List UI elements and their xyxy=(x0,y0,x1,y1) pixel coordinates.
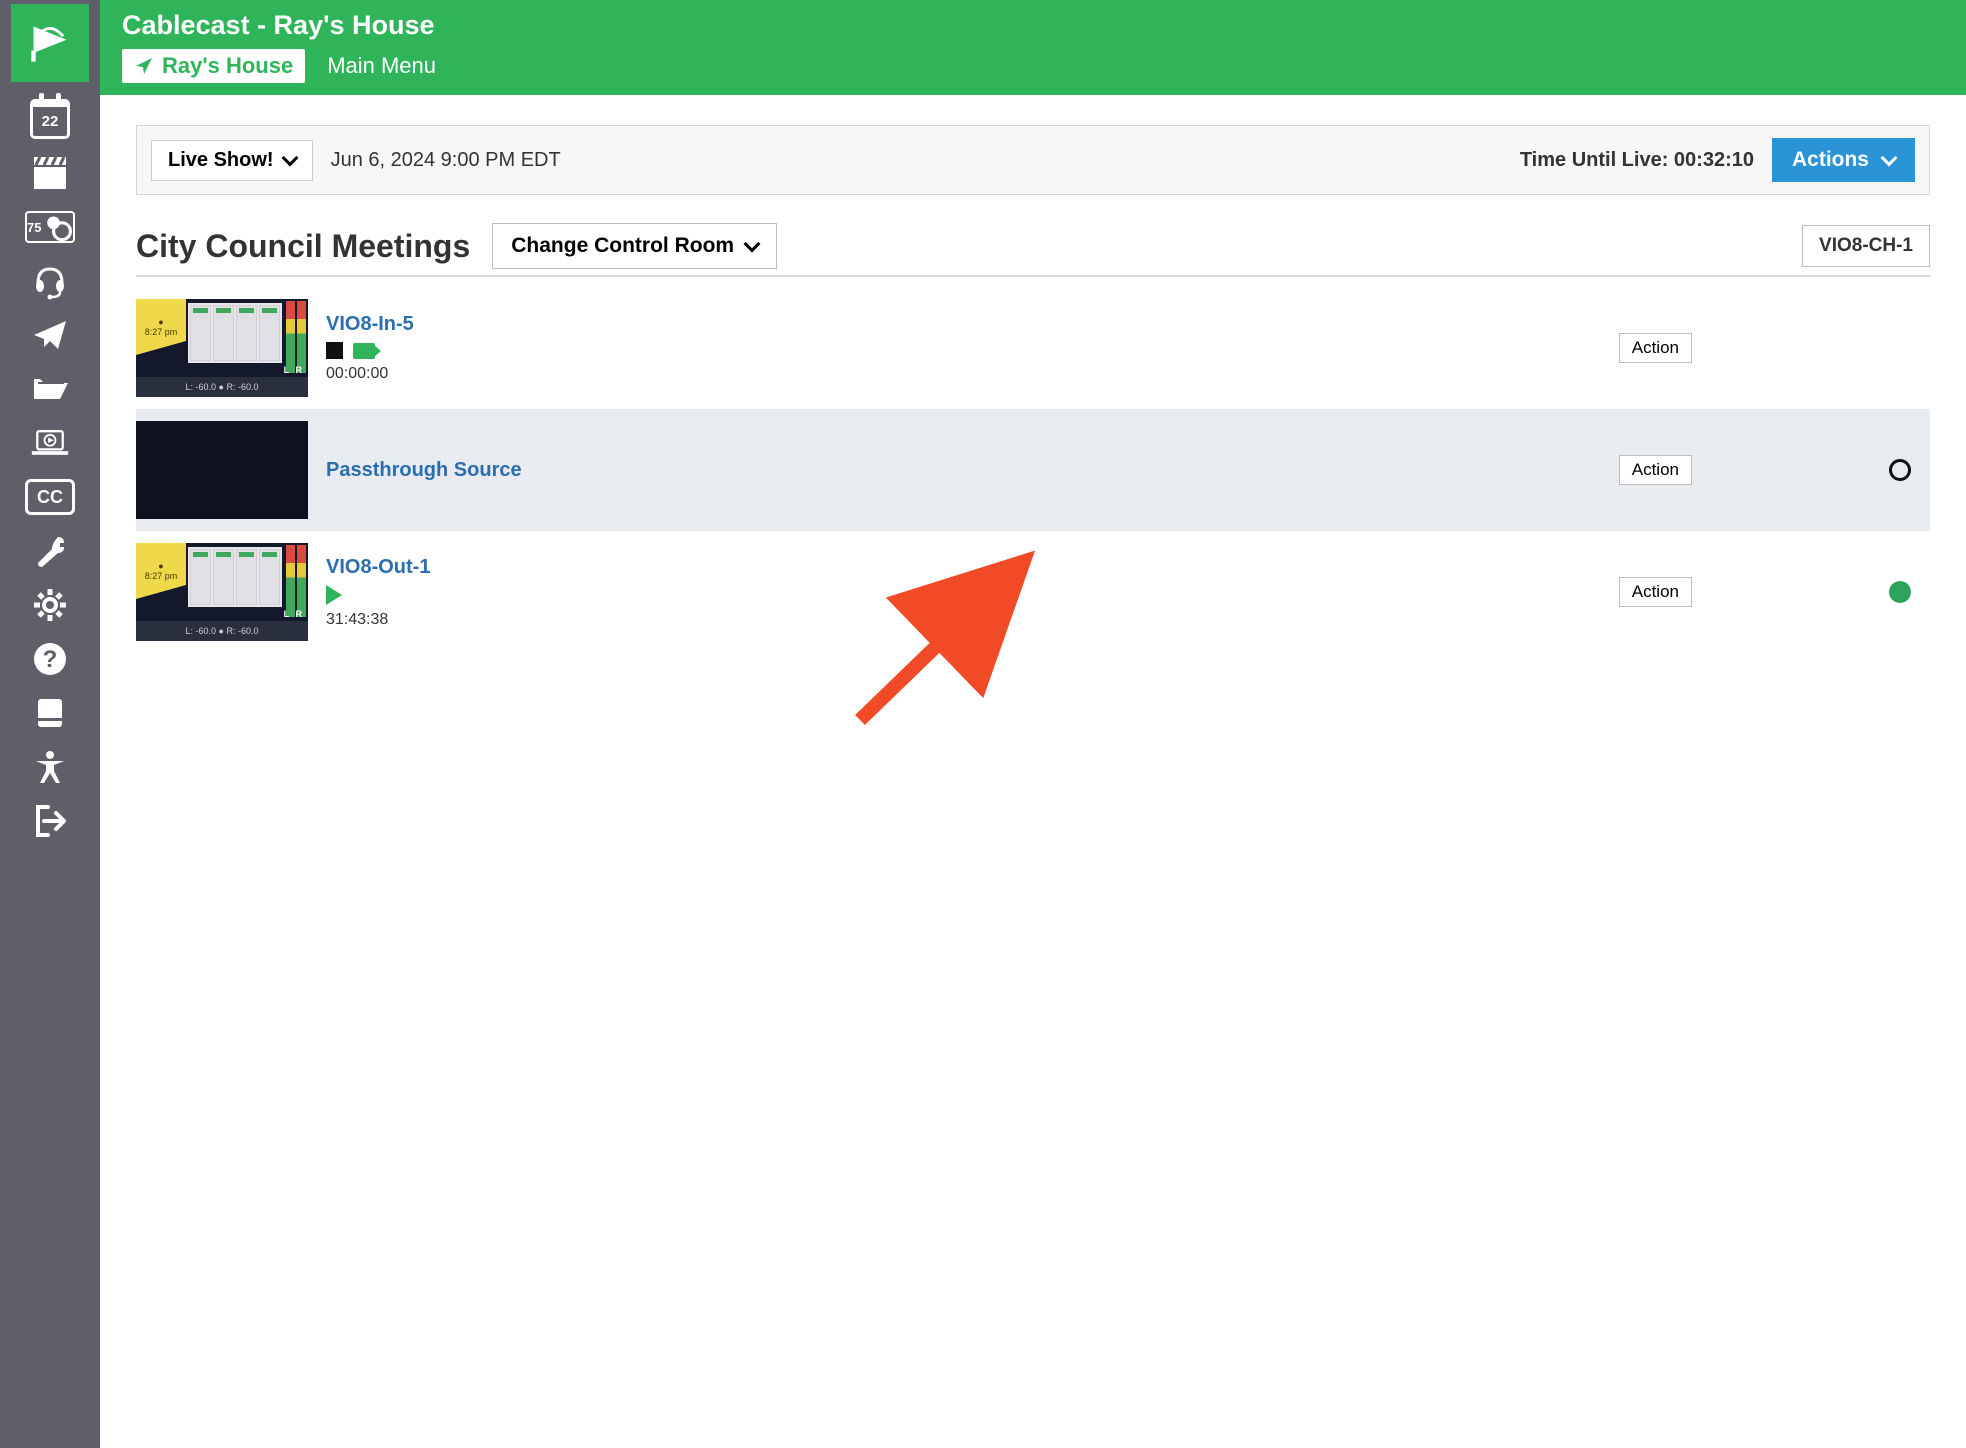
nav-send[interactable] xyxy=(0,308,100,362)
calendar-icon: 22 xyxy=(30,99,70,139)
actions-label: Actions xyxy=(1792,148,1869,172)
page-title: City Council Meetings xyxy=(136,228,470,265)
status-indicator-active xyxy=(1889,581,1911,603)
source-row: Passthrough Source Action xyxy=(136,409,1930,531)
stop-icon xyxy=(326,342,343,359)
main-area: Cablecast - Ray's House Ray's House Main… xyxy=(100,0,1966,1448)
nav-clapperboard[interactable] xyxy=(0,146,100,200)
source-row: ●8:27 pm L R L: -60.0 ● R: -60.0 VIO8-Ou… xyxy=(136,531,1930,653)
main-menu-link[interactable]: Main Menu xyxy=(327,53,436,79)
headset-icon xyxy=(30,261,70,301)
wrench-icon xyxy=(30,531,70,571)
nav-calendar[interactable]: 22 xyxy=(0,92,100,146)
logout-icon xyxy=(30,801,70,841)
source-thumbnail[interactable]: ●8:27 pm L R L: -60.0 ● R: -60.0 xyxy=(136,299,308,397)
svg-text:?: ? xyxy=(43,646,58,673)
paper-plane-icon xyxy=(30,315,70,355)
nav-settings[interactable] xyxy=(0,578,100,632)
source-row: ●8:27 pm L R L: -60.0 ● R: -60.0 VIO8-In… xyxy=(136,287,1930,409)
location-chip[interactable]: Ray's House xyxy=(122,49,305,83)
nav-wrench[interactable] xyxy=(0,524,100,578)
app-title: Cablecast - Ray's House xyxy=(122,10,1944,41)
topbar: Cablecast - Ray's House Ray's House Main… xyxy=(100,0,1966,95)
thermostat-icon: 75 xyxy=(25,211,75,243)
cc-icon: CC xyxy=(25,479,75,515)
folder-open-icon xyxy=(30,369,70,409)
help-icon: ? xyxy=(30,639,70,679)
nav-headset[interactable] xyxy=(0,254,100,308)
nav-cc[interactable]: CC xyxy=(0,470,100,524)
source-timecode: 31:43:38 xyxy=(326,611,526,629)
clapperboard-icon xyxy=(30,153,70,193)
source-name-link[interactable]: VIO8-In-5 xyxy=(326,313,526,336)
location-arrow-icon xyxy=(134,56,154,76)
source-thumbnail[interactable] xyxy=(136,421,308,519)
change-control-room-dropdown[interactable]: Change Control Room xyxy=(492,223,777,269)
app-logo[interactable] xyxy=(11,4,89,82)
chevron-down-icon xyxy=(744,236,761,253)
source-name-link[interactable]: VIO8-Out-1 xyxy=(326,556,526,579)
source-thumbnail[interactable]: ●8:27 pm L R L: -60.0 ● R: -60.0 xyxy=(136,543,308,641)
nav-book[interactable] xyxy=(0,686,100,740)
source-name-link[interactable]: Passthrough Source xyxy=(326,459,526,482)
nav-help[interactable]: ? xyxy=(0,632,100,686)
source-action-button[interactable]: Action xyxy=(1619,577,1692,607)
channel-badge[interactable]: VIO8-CH-1 xyxy=(1802,225,1930,267)
live-show-label: Live Show! xyxy=(168,149,274,172)
source-action-button[interactable]: Action xyxy=(1619,455,1692,485)
source-timecode: 00:00:00 xyxy=(326,365,526,383)
source-action-button[interactable]: Action xyxy=(1619,333,1692,363)
live-bar: Live Show! Jun 6, 2024 9:00 PM EDT Time … xyxy=(136,125,1930,195)
nav-logout[interactable] xyxy=(0,794,100,848)
divider xyxy=(136,275,1930,277)
actions-dropdown[interactable]: Actions xyxy=(1772,138,1915,182)
chevron-down-icon xyxy=(1881,150,1898,167)
person-icon xyxy=(30,747,70,787)
nav-thermostat[interactable]: 75 xyxy=(0,200,100,254)
gear-icon xyxy=(30,585,70,625)
live-show-dropdown[interactable]: Live Show! xyxy=(151,140,313,181)
sidebar: 22 75 CC ? xyxy=(0,0,100,1448)
play-icon xyxy=(326,585,342,605)
book-icon xyxy=(30,693,70,733)
live-datetime: Jun 6, 2024 9:00 PM EDT xyxy=(331,149,561,172)
countdown: Time Until Live: 00:32:10 xyxy=(1520,149,1754,172)
location-chip-label: Ray's House xyxy=(162,53,293,79)
chevron-down-icon xyxy=(281,150,298,167)
status-indicator-empty xyxy=(1889,459,1911,481)
camera-icon xyxy=(353,343,375,359)
nav-laptop-play[interactable] xyxy=(0,416,100,470)
laptop-play-icon xyxy=(30,423,70,463)
nav-folder[interactable] xyxy=(0,362,100,416)
change-control-room-label: Change Control Room xyxy=(511,234,734,258)
nav-accessibility[interactable] xyxy=(0,740,100,794)
